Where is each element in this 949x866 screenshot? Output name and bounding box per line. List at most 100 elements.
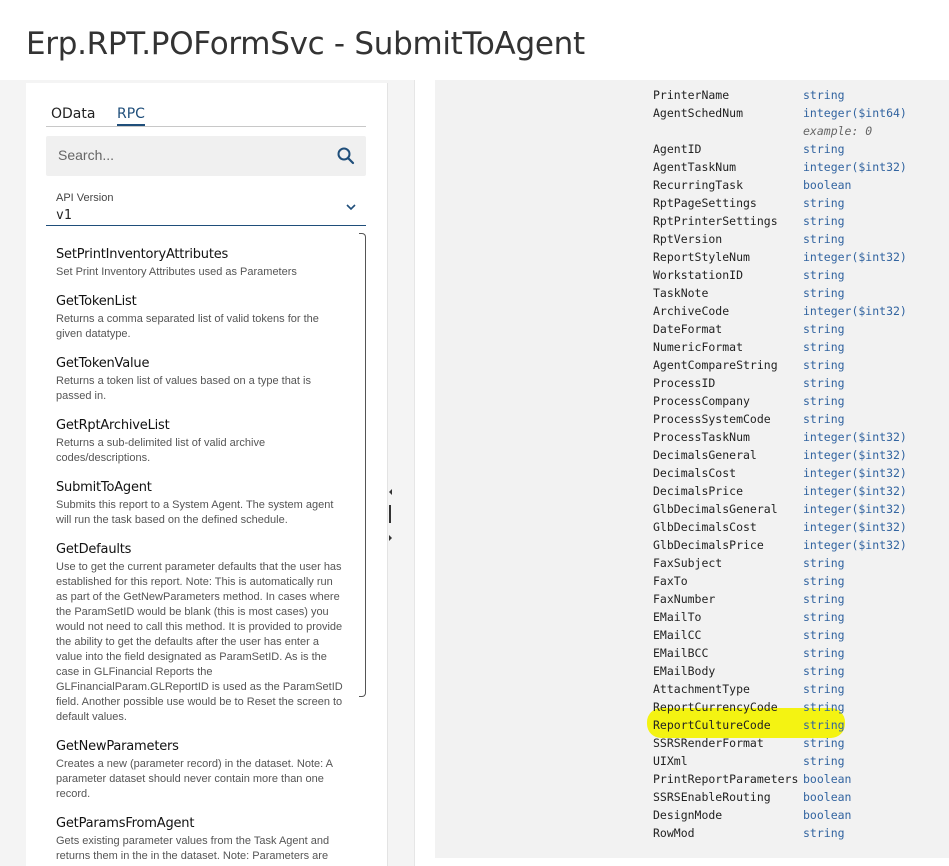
field-type: integer($int32) (803, 304, 907, 318)
field-name: RecurringTask (653, 178, 744, 192)
field-type: integer($int32) (803, 160, 907, 174)
field-name: TaskNote (653, 286, 709, 300)
field-type: integer($int32) (803, 484, 907, 498)
method-name: GetTokenList (56, 294, 137, 309)
field-type: boolean (803, 808, 852, 822)
search-box (46, 136, 366, 176)
method-name: GetNewParameters (56, 739, 179, 754)
api-version-select[interactable]: API Version v1 (46, 189, 366, 226)
field-name: DecimalsGeneral (653, 448, 757, 462)
field-example: example: 0 (803, 124, 873, 138)
field-name: AgentCompareString (653, 358, 778, 372)
field-name: RowMod (653, 826, 695, 840)
method-name: GetDefaults (56, 542, 132, 557)
field-type: string (803, 412, 845, 426)
field-type: integer($int32) (803, 430, 907, 444)
search-icon[interactable] (336, 146, 356, 166)
field-name: ReportStyleNum (653, 250, 750, 264)
field-name: AgentTaskNum (653, 160, 737, 174)
field-type: string (803, 556, 845, 570)
method-list: SetPrintInventoryAttributes Set Print In… (46, 233, 366, 866)
field-type: string (803, 736, 845, 750)
field-type: string (803, 718, 845, 732)
method-list-scrollbar[interactable] (359, 233, 366, 697)
field-name: AgentSchedNum (653, 106, 744, 120)
method-name: SubmitToAgent (56, 480, 152, 495)
field-name: RptPrinterSettings (653, 214, 778, 228)
field-type: string (803, 574, 845, 588)
field-name: ArchiveCode (653, 304, 730, 318)
field-type: string (803, 682, 845, 696)
field-name: EMailCC (653, 628, 702, 642)
field-type: string (803, 358, 845, 372)
field-name: ProcessID (653, 376, 716, 390)
method-description: Set Print Inventory Attributes used as P… (56, 266, 297, 278)
field-name: ProcessCompany (653, 394, 750, 408)
method-item[interactable]: GetDefaults Use to get the current param… (56, 542, 346, 725)
page-title: Erp.RPT.POFormSvc - SubmitToAgent (26, 26, 585, 62)
method-name: GetParamsFromAgent (56, 816, 195, 831)
method-item[interactable]: SubmitToAgent Submits this report to a S… (56, 480, 346, 528)
method-item[interactable]: GetNewParameters Creates a new (paramete… (56, 739, 346, 802)
field-type: string (803, 754, 845, 768)
field-type: string (803, 214, 845, 228)
field-type: boolean (803, 178, 852, 192)
field-type: string (803, 610, 845, 624)
method-description: Returns a token list of values based on … (56, 375, 311, 402)
field-name: DecimalsPrice (653, 484, 744, 498)
method-description: Returns a sub-delimited list of valid ar… (56, 437, 266, 464)
field-type: string (803, 376, 845, 390)
field-type: string (803, 646, 845, 660)
field-type: string (803, 196, 845, 210)
chevron-down-icon[interactable] (344, 200, 358, 214)
method-description: Creates a new (parameter record) in the … (56, 758, 333, 800)
field-name: DateFormat (653, 322, 723, 336)
field-type: string (803, 664, 845, 678)
field-type: string (803, 592, 845, 606)
field-name: FaxSubject (653, 556, 723, 570)
method-description: Submits this report to a System Agent. T… (56, 499, 334, 526)
field-type: boolean (803, 772, 852, 786)
field-type: integer($int32) (803, 448, 907, 462)
field-type: string (803, 322, 845, 336)
field-type: string (803, 268, 845, 282)
field-name: GlbDecimalsGeneral (653, 502, 778, 516)
field-name: SSRSRenderFormat (653, 736, 764, 750)
field-type: integer($int32) (803, 466, 907, 480)
method-item[interactable]: SetPrintInventoryAttributes Set Print In… (56, 247, 346, 280)
field-name: AgentID (653, 142, 702, 156)
field-name: FaxTo (653, 574, 688, 588)
field-type: string (803, 700, 845, 714)
method-item[interactable]: GetParamsFromAgent Gets existing paramet… (56, 816, 346, 864)
method-item[interactable]: GetRptArchiveList Returns a sub-delimite… (56, 418, 346, 466)
method-description: Use to get the current parameter default… (56, 561, 343, 723)
method-item[interactable]: GetTokenValue Returns a token list of va… (56, 356, 346, 404)
field-name: NumericFormat (653, 340, 744, 354)
field-type: string (803, 826, 845, 840)
field-name: WorkstationID (653, 268, 744, 282)
field-name: EMailBody (653, 664, 716, 678)
field-name: UIXml (653, 754, 688, 768)
tab-bar: OData RPC (46, 104, 366, 127)
panel-splitter[interactable] (386, 480, 394, 550)
field-name: ProcessTaskNum (653, 430, 750, 444)
method-name: SetPrintInventoryAttributes (56, 247, 229, 262)
tab-odata[interactable]: OData (51, 106, 95, 122)
method-item[interactable]: GetTokenList Returns a comma separated l… (56, 294, 346, 342)
field-name: SSRSEnableRouting (653, 790, 771, 804)
api-version-value: v1 (56, 208, 72, 223)
tab-rpc[interactable]: RPC (117, 106, 145, 126)
field-name: PrinterName (653, 88, 730, 102)
field-type: string (803, 340, 845, 354)
field-type: integer($int32) (803, 520, 907, 534)
field-type: string (803, 232, 845, 246)
field-name: ReportCurrencyCode (653, 700, 778, 714)
field-type: string (803, 394, 845, 408)
field-name: ProcessSystemCode (653, 412, 771, 426)
field-name: DecimalsCost (653, 466, 737, 480)
field-name: AttachmentType (653, 682, 750, 696)
sidebar: OData RPC API Version v1 SetPrintInvento… (26, 83, 388, 866)
method-name: GetTokenValue (56, 356, 150, 371)
field-type: integer($int64) (803, 106, 907, 120)
search-input[interactable] (56, 146, 330, 164)
